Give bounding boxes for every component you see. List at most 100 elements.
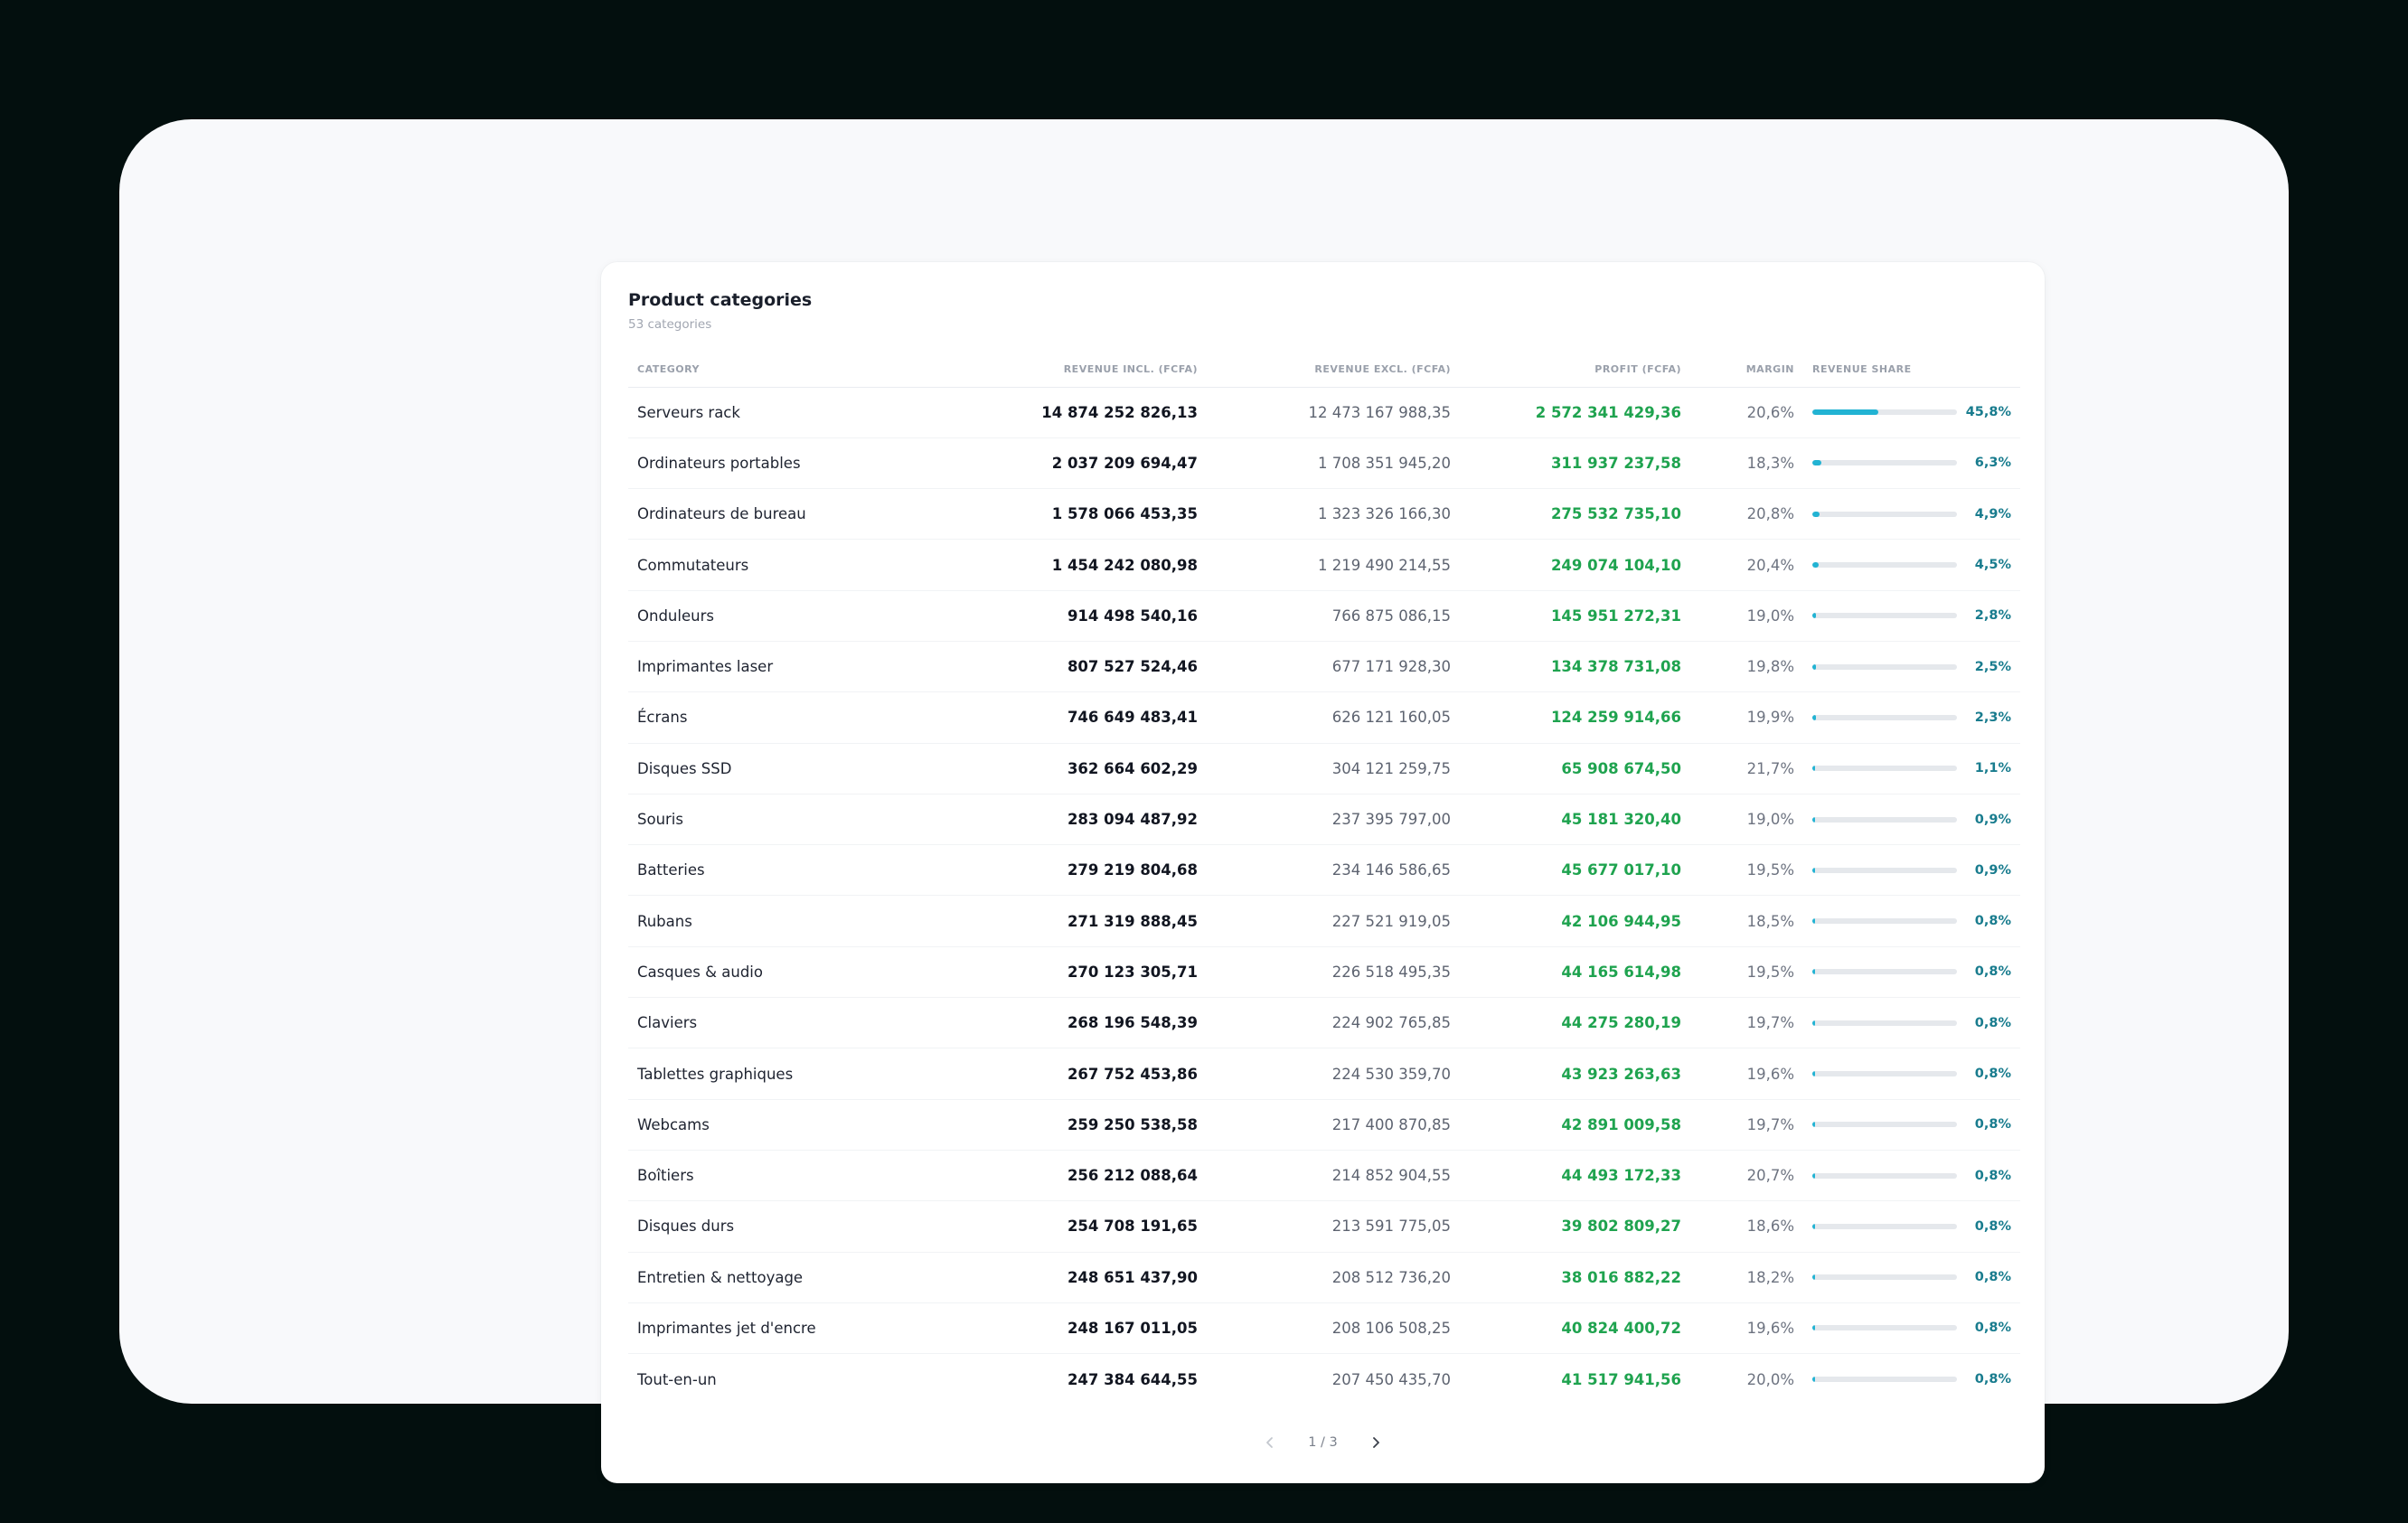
margin-cell: 19,6% — [1690, 1048, 1803, 1100]
category-cell: Tablettes graphiques — [628, 1048, 1017, 1100]
margin-cell: 21,7% — [1690, 743, 1803, 794]
margin-cell: 20,8% — [1690, 488, 1803, 541]
category-cell: Batteries — [628, 844, 1017, 897]
column-header-revenue-incl[interactable]: REVENUE INCL. (FCFA) — [1017, 358, 1207, 388]
categories-table: CATEGORY REVENUE INCL. (FCFA) REVENUE EX… — [628, 358, 2020, 1405]
share-bar-track — [1812, 562, 1957, 569]
revenue-incl-cell: 2 037 209 694,47 — [1017, 437, 1207, 490]
table-row[interactable]: Tout-en-un 247 384 644,55 207 450 435,70 41… — [628, 1354, 2020, 1405]
revenue-share-cell: 4,5% — [1803, 539, 2020, 591]
table-row[interactable]: Serveurs rack 14 874 252 826,13 12 473 167… — [628, 387, 2020, 438]
column-header-revenue-share[interactable]: REVENUE SHARE — [1803, 358, 2020, 388]
margin-cell: 19,5% — [1690, 844, 1803, 897]
table-row[interactable]: Disques durs 254 708 191,65 213 591 775,05… — [628, 1200, 2020, 1253]
category-cell: Disques SSD — [628, 743, 1017, 794]
share-value: 0,8% — [1974, 964, 2011, 980]
margin-cell: 19,9% — [1690, 691, 1803, 744]
margin-cell: 19,7% — [1690, 997, 1803, 1049]
share-bar-track — [1812, 613, 1957, 619]
profit-cell: 39 802 809,27 — [1460, 1200, 1690, 1253]
pagination: 1 / 3 — [601, 1430, 2045, 1455]
table-row[interactable]: Disques SSD 362 664 602,29 304 121 259,75 6… — [628, 743, 2020, 794]
table-row[interactable]: Webcams 259 250 538,58 217 400 870,85 42 89… — [628, 1099, 2020, 1151]
share-value: 4,5% — [1974, 558, 2011, 573]
share-value: 2,8% — [1974, 608, 2011, 624]
share-value: 0,8% — [1974, 1218, 2011, 1234]
table-row[interactable]: Entretien & nettoyage 248 651 437,90 208 5… — [628, 1252, 2020, 1303]
share-value: 0,8% — [1974, 1270, 2011, 1285]
table-row[interactable]: Imprimantes jet d'encre 248 167 011,05 208… — [628, 1302, 2020, 1355]
table-row[interactable]: Batteries 279 219 804,68 234 146 586,65 45 … — [628, 844, 2020, 897]
table-row[interactable]: Souris 283 094 487,92 237 395 797,00 45 181… — [628, 794, 2020, 846]
category-cell: Onduleurs — [628, 590, 1017, 642]
margin-cell: 18,5% — [1690, 895, 1803, 947]
table-row[interactable]: Écrans 746 649 483,41 626 121 160,05 124 25… — [628, 691, 2020, 744]
revenue-incl-cell: 362 664 602,29 — [1017, 743, 1207, 794]
revenue-excl-cell: 224 530 359,70 — [1207, 1048, 1460, 1100]
column-header-margin[interactable]: MARGIN — [1690, 358, 1803, 388]
share-bar-track — [1812, 1020, 1957, 1026]
category-cell: Casques & audio — [628, 946, 1017, 999]
table-row[interactable]: Boîtiers 256 212 088,64 214 852 904,55 44 4… — [628, 1150, 2020, 1202]
table-row[interactable]: Onduleurs 914 498 540,16 766 875 086,15 145… — [628, 590, 2020, 642]
share-bar-fill — [1812, 867, 1815, 873]
share-bar-track — [1812, 1377, 1957, 1383]
share-bar-fill — [1812, 663, 1816, 670]
card-title: Product categories — [628, 290, 813, 310]
profit-cell: 38 016 882,22 — [1460, 1252, 1690, 1303]
column-header-category[interactable]: CATEGORY — [628, 358, 1017, 388]
share-bar-fill — [1812, 918, 1815, 925]
share-value: 45,8% — [1965, 405, 2011, 420]
share-bar-track — [1812, 766, 1957, 772]
table-row[interactable]: Casques & audio 270 123 305,71 226 518 495… — [628, 946, 2020, 999]
share-bar-track — [1812, 663, 1957, 670]
table-body: Serveurs rack 14 874 252 826,13 12 473 167… — [628, 387, 2020, 1405]
revenue-incl-cell: 248 651 437,90 — [1017, 1252, 1207, 1303]
revenue-excl-cell: 207 450 435,70 — [1331, 1370, 1451, 1388]
profit-cell: 2 572 341 429,36 — [1460, 387, 1690, 438]
table-row[interactable]: Commutateurs 1 454 242 080,98 1 219 490 21… — [628, 539, 2020, 591]
margin-cell: 19,0% — [1690, 794, 1803, 846]
share-value: 0,8% — [1974, 1117, 2011, 1133]
revenue-excl-cell: 234 146 586,65 — [1207, 844, 1460, 897]
table-row[interactable]: Rubans 271 319 888,45 227 521 919,05 42 106… — [628, 895, 2020, 947]
revenue-share-cell: 0,8% — [1803, 1252, 2020, 1303]
table-row[interactable]: Ordinateurs de bureau 1 578 066 453,35 1 3… — [628, 488, 2020, 541]
revenue-share-cell: 0,8% — [1803, 895, 2020, 947]
revenue-share-cell: 1,1% — [1803, 743, 2020, 794]
profit-cell: 65 908 674,50 — [1460, 743, 1690, 794]
column-header-revenue-excl[interactable]: REVENUE EXCL. (FCFA) — [1207, 358, 1460, 388]
share-bar-fill — [1812, 613, 1817, 619]
share-bar-track — [1812, 969, 1957, 975]
share-value: 1,1% — [1974, 761, 2011, 776]
table-row[interactable]: Imprimantes laser 807 527 524,46 677 171 9… — [628, 641, 2020, 693]
margin-cell: 18,6% — [1690, 1200, 1803, 1253]
share-bar-fill — [1812, 714, 1816, 720]
profit-cell: 42 891 009,58 — [1460, 1099, 1690, 1151]
revenue-excl-cell: 224 902 765,85 — [1207, 997, 1460, 1049]
share-value: 0,9% — [1974, 862, 2011, 878]
column-header-profit[interactable]: PROFIT (FCFA) — [1460, 358, 1690, 388]
revenue-share-cell: 2,8% — [1803, 590, 2020, 642]
category-cell: Boîtiers — [628, 1150, 1017, 1202]
margin-cell: 20,7% — [1690, 1150, 1803, 1202]
revenue-incl-cell: 271 319 888,45 — [1017, 895, 1207, 947]
profit-cell: 45 181 320,40 — [1460, 794, 1690, 846]
share-bar-track — [1812, 1122, 1957, 1128]
share-bar-fill — [1812, 1071, 1815, 1076]
share-bar-fill — [1812, 1325, 1815, 1331]
table-row[interactable]: Tablettes graphiques 267 752 453,86 224 53… — [628, 1048, 2020, 1100]
table-row[interactable]: Ordinateurs portables 2 037 209 694,47 1 7… — [628, 437, 2020, 490]
revenue-share-cell: 0,8% — [1803, 1200, 2020, 1253]
revenue-share-cell: 0,9% — [1803, 844, 2020, 897]
category-cell: Commutateurs — [628, 539, 1017, 591]
share-bar-fill — [1812, 1172, 1815, 1179]
revenue-share-cell: 6,3% — [1803, 437, 2020, 490]
revenue-incl-cell: 248 167 011,05 — [1017, 1302, 1207, 1355]
next-page-button[interactable] — [1363, 1430, 1388, 1455]
share-bar-track — [1812, 409, 1957, 416]
table-row[interactable]: Claviers 268 196 548,39 224 902 765,85 44 2… — [628, 997, 2020, 1049]
share-value: 0,8% — [1974, 1321, 2011, 1336]
prev-page-button[interactable] — [1257, 1430, 1283, 1455]
share-bar-fill — [1812, 1020, 1815, 1026]
